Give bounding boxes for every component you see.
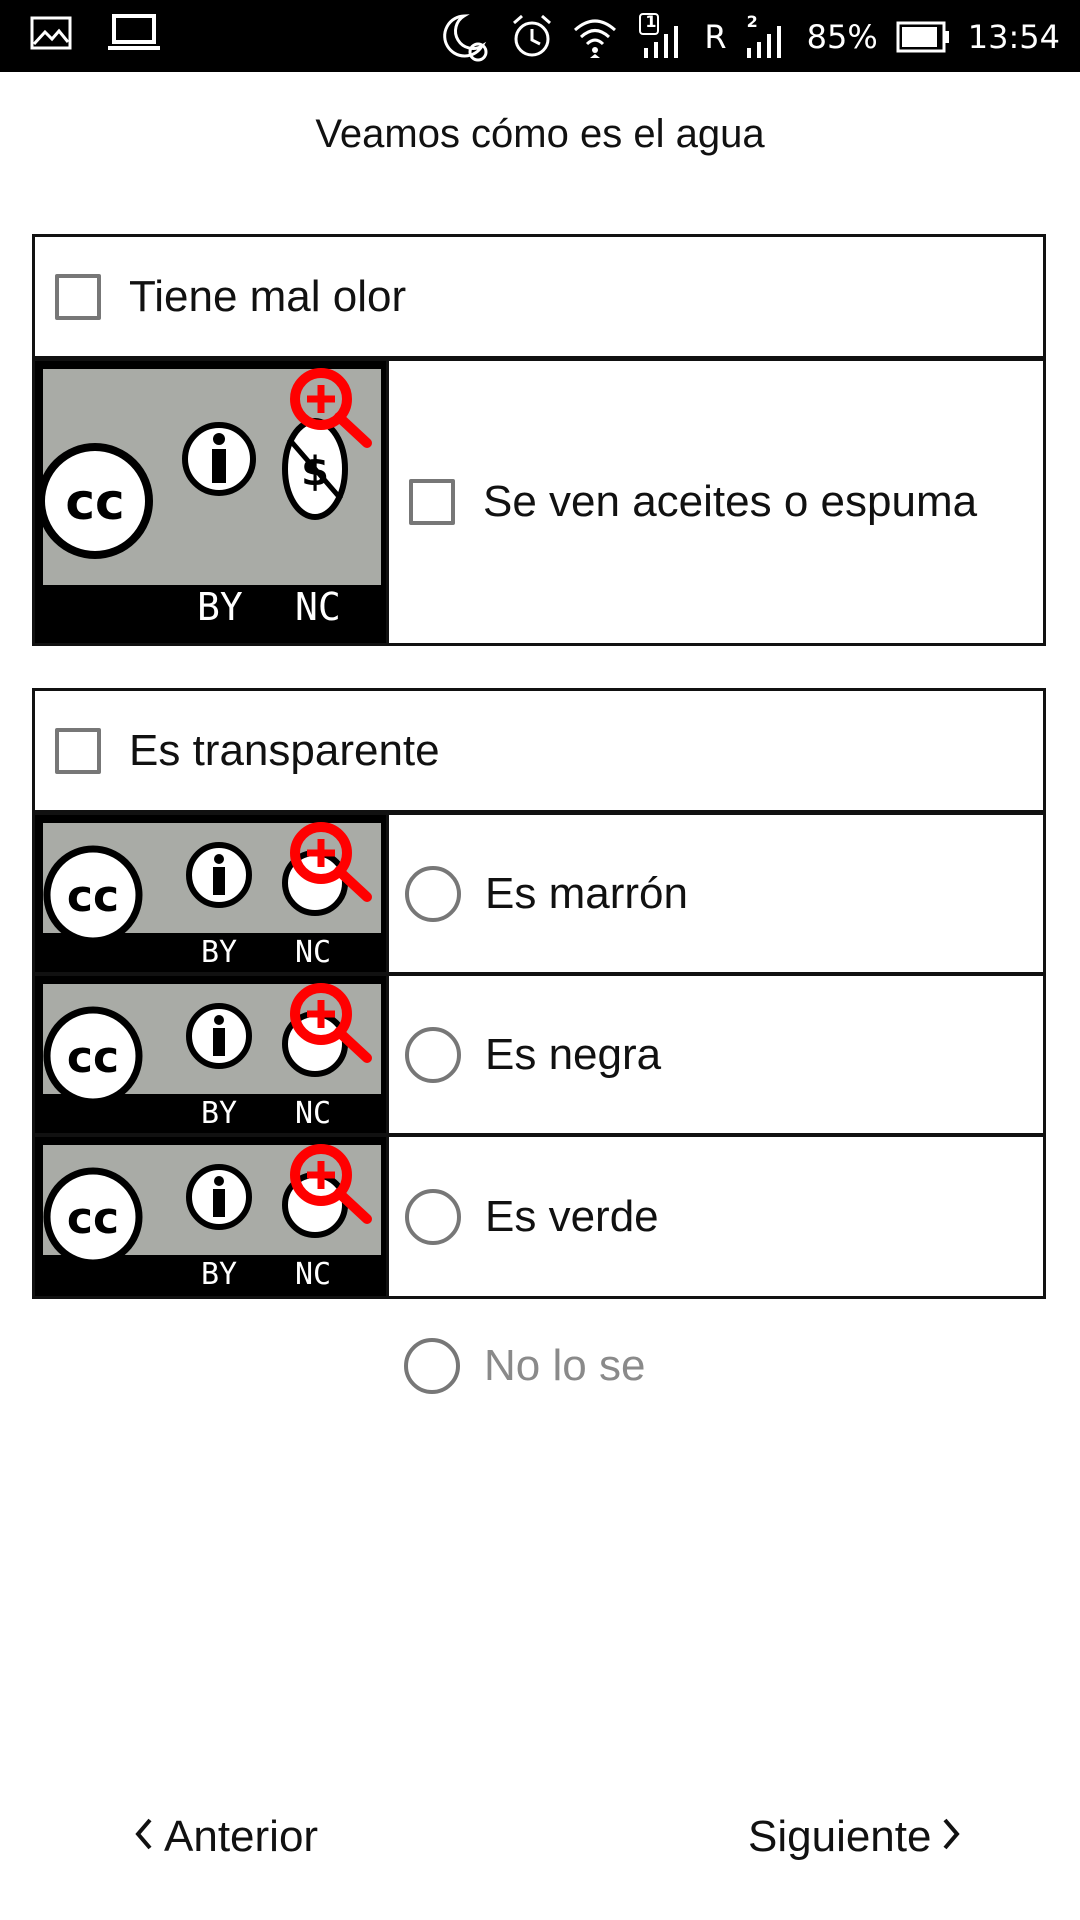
option-image[interactable]: cc BY NC: [35, 1137, 389, 1296]
radio-button[interactable]: [404, 1338, 460, 1394]
radio-option-negra[interactable]: Es negra: [389, 976, 1043, 1133]
sim1-badge: 1: [645, 12, 657, 31]
option-label: Es transparente: [129, 725, 440, 775]
gallery-icon: [30, 16, 72, 50]
svg-text:cc: cc: [65, 473, 124, 531]
question-group-odor: Tiene mal olor cc $ BY NC: [32, 234, 1046, 646]
battery-percent: 85%: [806, 18, 878, 56]
badge-by-text: BY: [201, 1257, 238, 1292]
page-title: Veamos cómo es el agua: [315, 112, 765, 156]
laptop-icon: [108, 14, 160, 52]
checkbox[interactable]: [55, 727, 101, 774]
badge-nc-text: NC: [295, 1257, 332, 1292]
radio-option-verde[interactable]: Es verde: [389, 1137, 1043, 1296]
alarm-icon: [510, 13, 554, 61]
checkbox[interactable]: [55, 273, 101, 320]
option-label: Tiene mal olor: [129, 271, 407, 321]
checkbox[interactable]: [409, 479, 455, 525]
radio-button[interactable]: [405, 865, 461, 922]
question-group-color: Es transparente cc BY NC Es marrón cc BY…: [32, 688, 1046, 1299]
zoom-in-icon[interactable]: [287, 365, 373, 456]
do-not-disturb-icon: [438, 10, 492, 64]
option-label: Es negra: [485, 1029, 662, 1079]
chevron-left-icon: [134, 1812, 154, 1862]
svg-text:cc: cc: [67, 1032, 119, 1083]
zoom-in-icon[interactable]: [287, 1141, 373, 1232]
checkbox-option-transparente[interactable]: Es transparente: [35, 691, 1043, 815]
zoom-in-icon[interactable]: [287, 819, 373, 910]
sim1-signal-icon: 1: [636, 12, 686, 62]
svg-text:cc: cc: [67, 1193, 119, 1244]
chevron-right-icon: [941, 1812, 961, 1862]
previous-label: Anterior: [164, 1812, 319, 1861]
option-label: No lo se: [484, 1341, 646, 1390]
option-image[interactable]: cc BY NC: [35, 815, 389, 972]
svg-text:cc: cc: [67, 871, 119, 922]
option-label: Se ven aceites o espuma: [483, 477, 978, 526]
radio-button[interactable]: [405, 1188, 461, 1245]
roaming-indicator: R: [704, 18, 727, 56]
clock: 13:54: [967, 18, 1060, 56]
badge-by-text: BY: [197, 585, 243, 629]
option-image[interactable]: cc BY NC: [35, 976, 389, 1133]
badge-nc-text: NC: [295, 935, 332, 970]
previous-button[interactable]: Anterior: [134, 1812, 318, 1862]
option-label: Es marrón: [485, 868, 688, 918]
badge-by-text: BY: [201, 935, 238, 970]
battery-icon: [896, 20, 950, 54]
next-label: Siguiente: [748, 1812, 932, 1861]
radio-option-marron[interactable]: Es marrón: [389, 815, 1043, 972]
sim2-badge: 2: [746, 12, 758, 31]
next-button[interactable]: Siguiente: [748, 1812, 961, 1862]
option-label: Es verde: [485, 1191, 659, 1241]
status-bar: 1 R 2 85% 13:54: [0, 0, 1080, 72]
wifi-icon: [572, 14, 618, 60]
option-image[interactable]: cc $ BY NC: [35, 361, 389, 643]
zoom-in-icon[interactable]: [287, 980, 373, 1071]
radio-button[interactable]: [405, 1026, 461, 1083]
badge-by-text: BY: [201, 1096, 238, 1131]
sim2-signal-icon: 2: [745, 12, 789, 62]
checkbox-option-mal-olor[interactable]: Tiene mal olor: [35, 237, 1043, 361]
badge-nc-text: NC: [295, 1096, 332, 1131]
checkbox-option-aceites[interactable]: Se ven aceites o espuma: [389, 361, 1043, 643]
radio-option-no-lo-se[interactable]: No lo se: [404, 1338, 645, 1394]
badge-nc-text: NC: [295, 585, 341, 629]
